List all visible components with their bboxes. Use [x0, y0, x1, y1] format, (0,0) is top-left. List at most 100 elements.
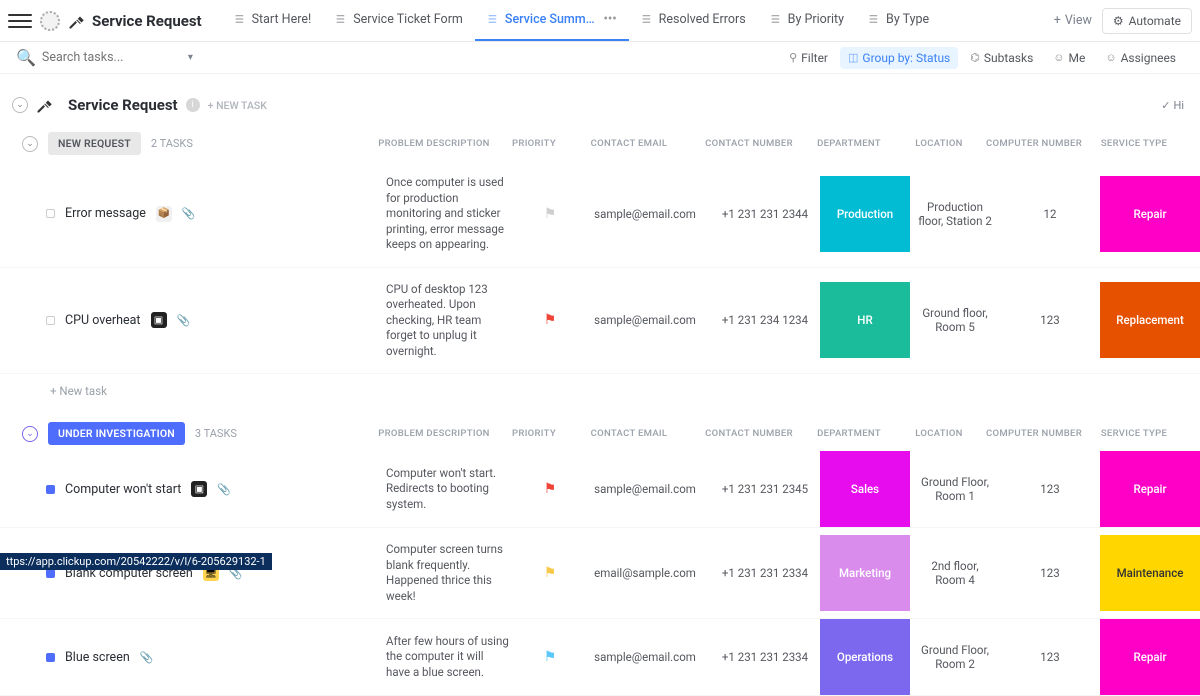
more-icon[interactable]: ••• — [604, 12, 617, 27]
col-number[interactable]: CONTACT NUMBER — [694, 428, 804, 439]
subtasks-button[interactable]: ⌬Subtasks — [962, 47, 1041, 69]
attachment-icon[interactable]: 📎 — [140, 651, 154, 664]
col-svc[interactable]: SERVICE TYPE — [1084, 428, 1184, 439]
col-priority[interactable]: PRIORITY — [504, 428, 564, 439]
cell-priority[interactable]: ⚑ — [520, 535, 580, 611]
tab-by-type[interactable]: By Type — [856, 0, 941, 41]
col-dept[interactable]: DEPARTMENT — [804, 428, 894, 439]
status-square-icon[interactable] — [46, 316, 55, 325]
search-box[interactable]: 🔍 ▾ — [16, 48, 781, 67]
col-location[interactable]: LOCATION — [894, 138, 984, 149]
tab-by-priority[interactable]: By Priority — [758, 0, 856, 41]
automate-label: Automate — [1129, 14, 1181, 28]
tab-label: By Type — [886, 12, 929, 27]
cell-email: sample@email.com — [580, 619, 710, 695]
cell-description: CPU of desktop 123 overheated. Upon chec… — [380, 268, 520, 374]
tab-service-ticket-form[interactable]: Service Ticket Form — [323, 0, 475, 41]
cell-number: +1 231 231 2334 — [710, 619, 820, 695]
assignees-button[interactable]: ☺Assignees — [1097, 47, 1184, 69]
col-number[interactable]: CONTACT NUMBER — [694, 138, 804, 149]
list-icon — [868, 13, 881, 26]
subtasks-icon: ⌬ — [970, 51, 980, 64]
cell-number: +1 231 231 2344 — [710, 176, 820, 252]
status-pill[interactable]: NEW REQUEST — [48, 132, 141, 155]
attachment-icon[interactable]: 📎 — [217, 483, 231, 496]
tab-label: Start Here! — [252, 12, 312, 27]
group-icon: ◫ — [848, 51, 858, 64]
tab-start-here-[interactable]: Start Here! — [222, 0, 324, 41]
col-dept[interactable]: DEPARTMENT — [804, 138, 894, 149]
menu-icon[interactable] — [8, 9, 32, 33]
attachment-icon[interactable]: 📎 — [177, 314, 191, 327]
task-row[interactable]: Error message📦📎Once computer is used for… — [0, 161, 1200, 268]
cell-priority[interactable]: ⚑ — [520, 619, 580, 695]
group-toggle-icon[interactable]: ⌄ — [22, 426, 38, 442]
cell-number: +1 231 231 2334 — [710, 535, 820, 611]
col-comp[interactable]: COMPUTER NUMBER — [984, 138, 1084, 149]
hide-button[interactable]: ✓Hi — [1161, 99, 1184, 112]
col-desc[interactable]: PROBLEM DESCRIPTION — [364, 138, 504, 149]
cell-location: Production floor, Station 2 — [910, 176, 1000, 252]
task-title[interactable]: Blue screen — [65, 650, 130, 665]
cell-priority[interactable]: ⚑ — [520, 451, 580, 527]
task-count: 2 TASKS — [151, 137, 193, 150]
flag-icon: ⚑ — [544, 565, 557, 581]
cell-email: sample@email.com — [580, 451, 710, 527]
col-email[interactable]: CONTACT EMAIL — [564, 138, 694, 149]
col-svc[interactable]: SERVICE TYPE — [1084, 138, 1184, 149]
task-title[interactable]: CPU overheat — [65, 313, 141, 328]
group-by-button[interactable]: ◫Group by: Status — [840, 47, 958, 69]
cell-description: After few hours of using the computer it… — [380, 619, 520, 695]
add-view-button[interactable]: +View — [1044, 13, 1102, 28]
task-cells: CPU of desktop 123 overheated. Upon chec… — [380, 268, 1200, 374]
cell-computer-number: 123 — [1000, 282, 1100, 358]
status-square-icon[interactable] — [46, 485, 55, 494]
new-task-link[interactable]: + New task — [0, 374, 1200, 412]
col-priority[interactable]: PRIORITY — [504, 138, 564, 149]
new-task-button[interactable]: + NEW TASK — [208, 99, 267, 112]
col-desc[interactable]: PROBLEM DESCRIPTION — [364, 428, 504, 439]
status-square-icon[interactable] — [46, 653, 55, 662]
group-header: ⌄UNDER INVESTIGATION3 TASKSPROBLEM DESCR… — [0, 412, 1200, 451]
task-row[interactable]: Blue screen 📎 After few hours of using the… — [0, 619, 1200, 696]
cell-priority[interactable]: ⚑ — [520, 176, 580, 252]
task-left: Error message📦📎 — [0, 161, 360, 267]
task-title[interactable]: Computer won't start — [65, 482, 181, 497]
tab-resolved-errors[interactable]: Resolved Errors — [629, 0, 758, 41]
cell-priority[interactable]: ⚑ — [520, 282, 580, 358]
group-header: ⌄ NEW REQUEST 2 TASKS PROBLEM DESCRIPTIONPR… — [0, 122, 1200, 161]
me-label: Me — [1069, 51, 1086, 65]
col-comp[interactable]: COMPUTER NUMBER — [984, 428, 1084, 439]
task-title[interactable]: Error message — [65, 206, 146, 221]
info-icon[interactable]: i — [186, 98, 200, 112]
view-tabs: Start Here! Service Ticket FormService Su… — [222, 0, 1044, 41]
chevron-down-icon[interactable]: ▾ — [188, 52, 193, 63]
people-icon: ☺ — [1105, 51, 1116, 64]
task-row[interactable]: Blank computer screen🖥📎Computer screen t… — [0, 528, 1200, 619]
me-button[interactable]: ☺Me — [1045, 47, 1093, 69]
list-icon — [641, 13, 654, 26]
cell-email: sample@email.com — [580, 282, 710, 358]
col-email[interactable]: CONTACT EMAIL — [564, 428, 694, 439]
cell-description: Computer won't start. Redirects to booti… — [380, 451, 520, 527]
top-bar: Service Request Start Here! Service Ticke… — [0, 0, 1200, 42]
task-row[interactable]: CPU overheat▣📎CPU of desktop 123 overhea… — [0, 268, 1200, 375]
attachment-icon[interactable]: 📎 — [182, 207, 196, 220]
col-location[interactable]: LOCATION — [894, 428, 984, 439]
task-row[interactable]: Computer won't start▣📎Computer won't sta… — [0, 451, 1200, 528]
hide-label: Hi — [1173, 99, 1184, 112]
status-square-icon[interactable] — [46, 569, 55, 578]
cell-service-type: Replacement — [1100, 282, 1200, 358]
search-input[interactable] — [42, 50, 182, 65]
collapse-all-icon[interactable]: ⌄ — [12, 97, 28, 113]
filter-button[interactable]: ⚲Filter — [781, 47, 836, 69]
filter-bar: 🔍 ▾ ⚲Filter ◫Group by: Status ⌬Subtasks … — [0, 42, 1200, 74]
tab-service-summ-[interactable]: Service Summ…••• — [475, 0, 629, 41]
space-title: Service Request — [92, 12, 202, 30]
plus-icon: + — [1054, 13, 1061, 28]
cell-number: +1 231 231 2345 — [710, 451, 820, 527]
automate-button[interactable]: ⚙Automate — [1102, 8, 1192, 34]
status-square-icon[interactable] — [46, 209, 55, 218]
status-pill[interactable]: UNDER INVESTIGATION — [48, 422, 185, 445]
group-toggle-icon[interactable]: ⌄ — [22, 136, 38, 152]
